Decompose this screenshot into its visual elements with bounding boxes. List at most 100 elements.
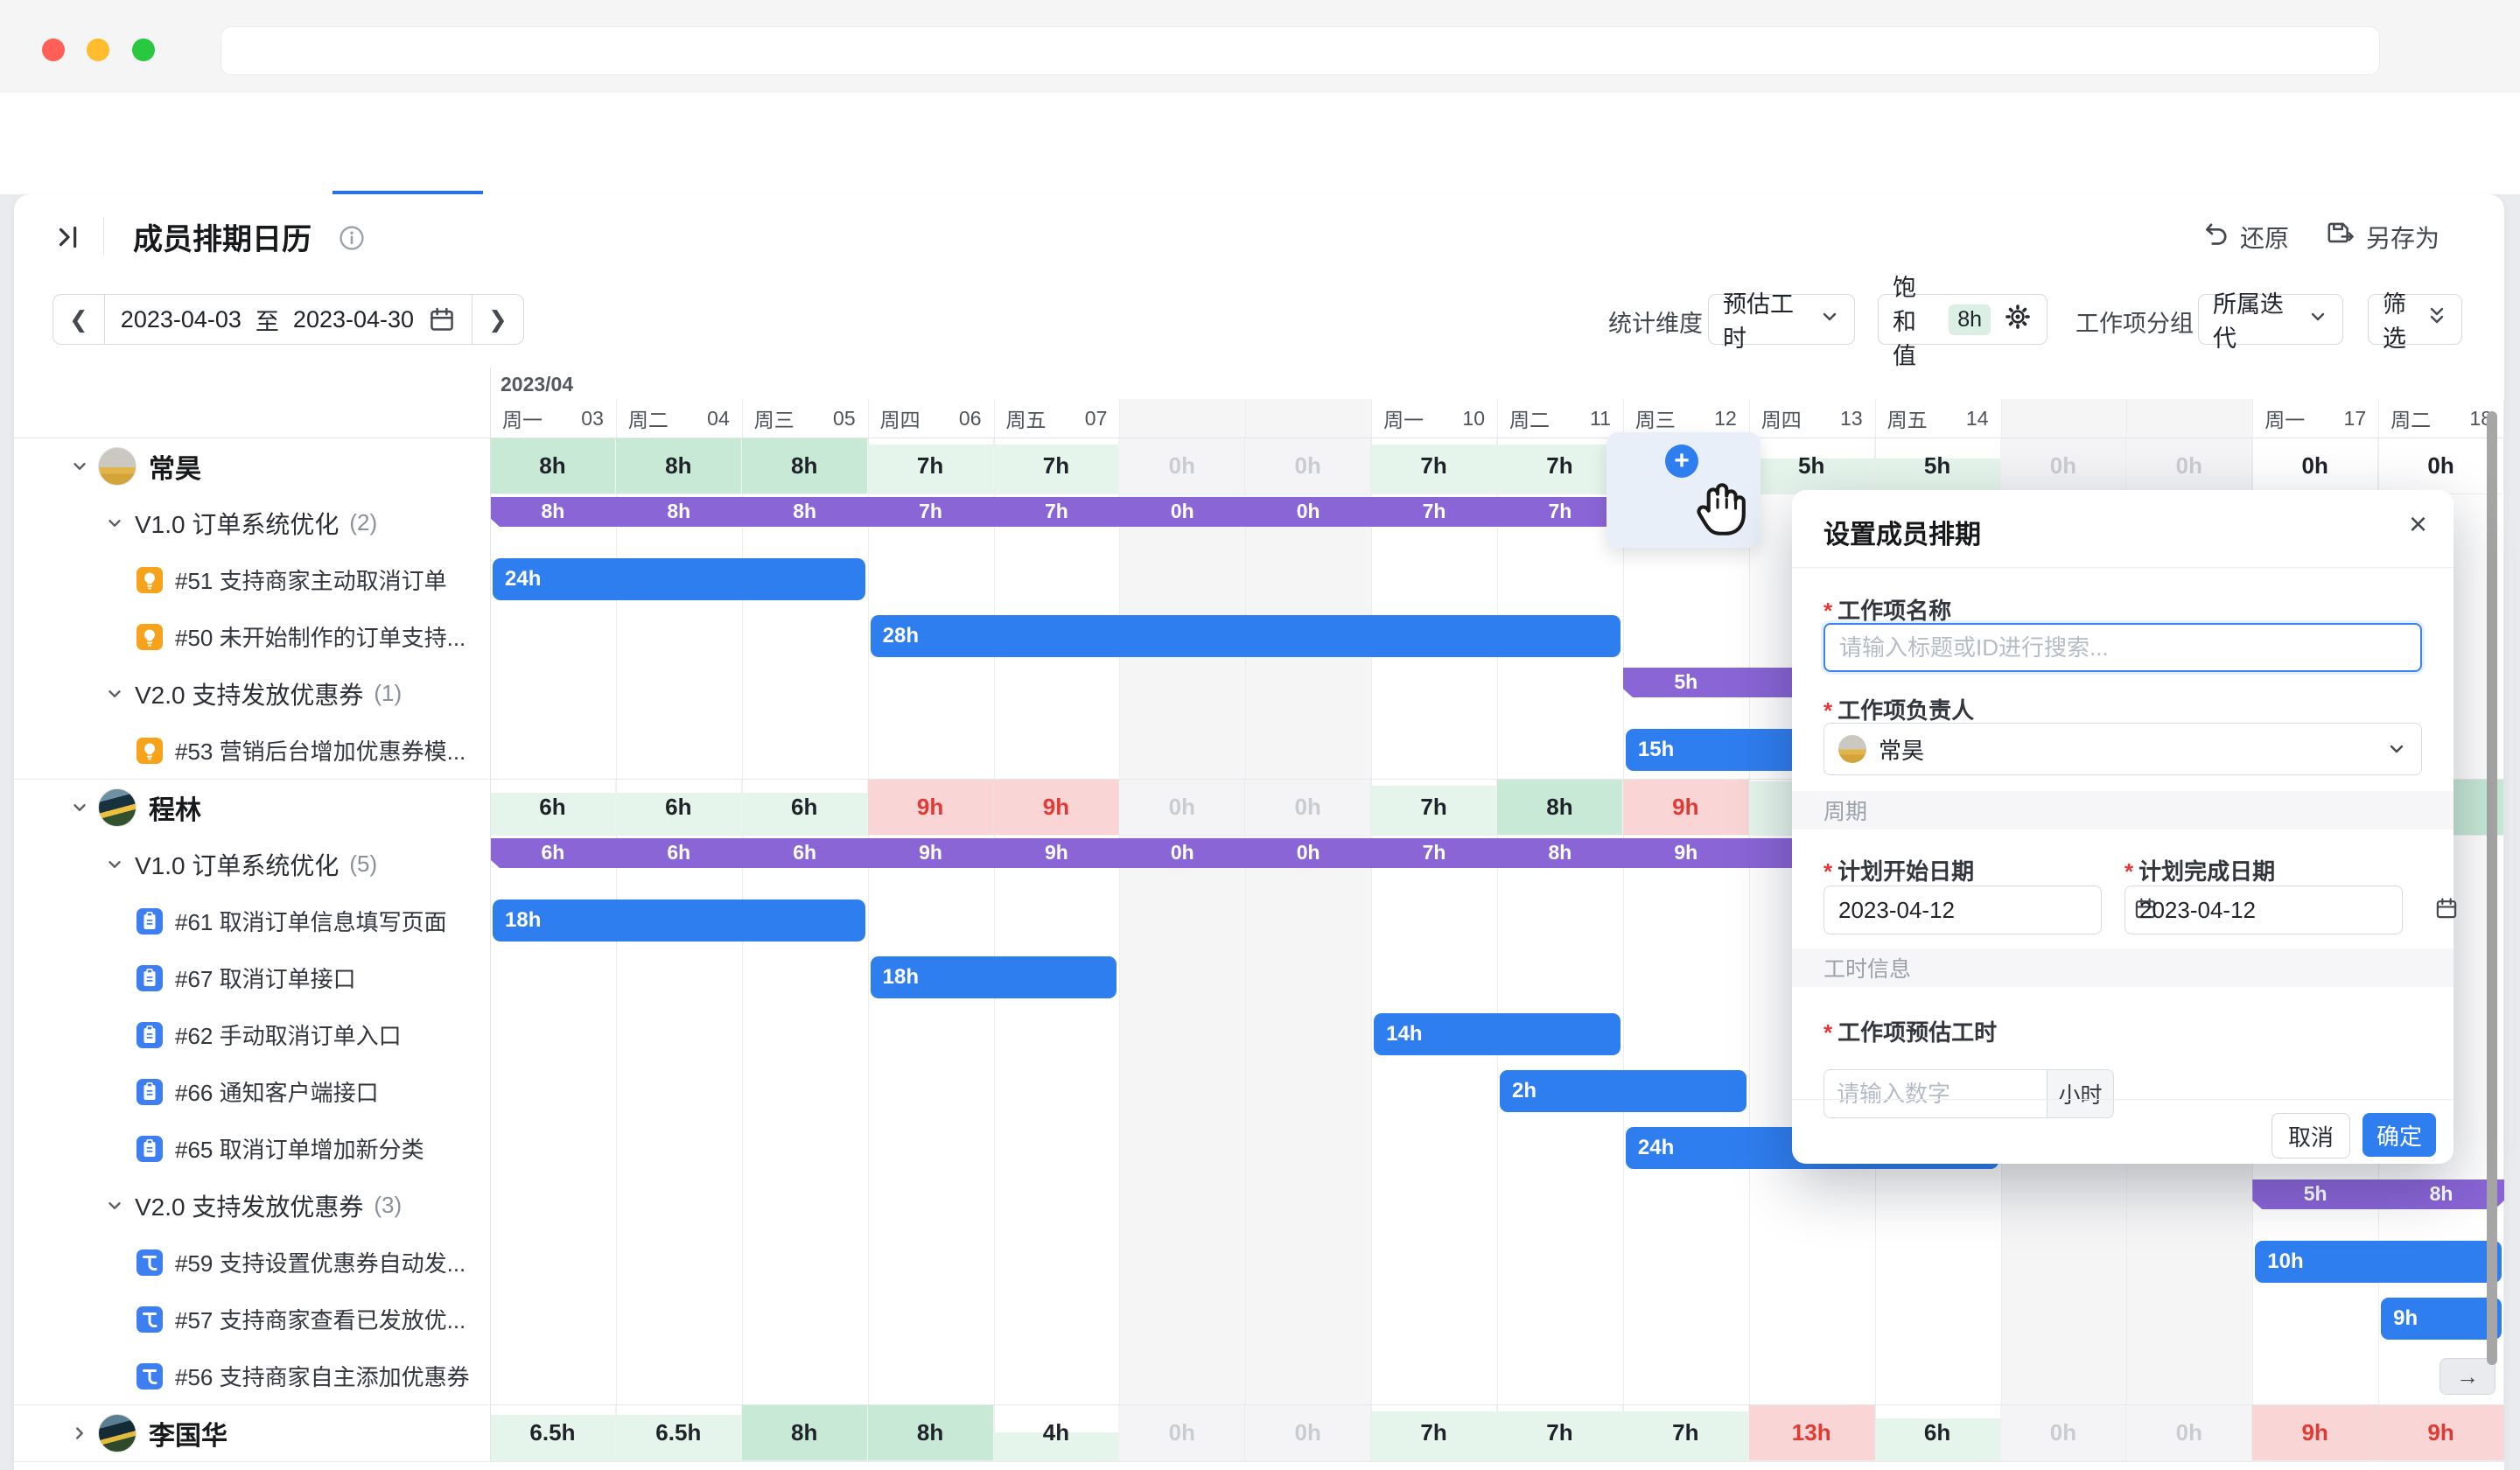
capacity-cell[interactable]: 7h — [1371, 1404, 1497, 1460]
browser-address-bar[interactable] — [220, 26, 2380, 75]
capacity-cell[interactable]: 0h — [2378, 438, 2504, 494]
capacity-cell[interactable]: 8h — [742, 438, 868, 494]
sidebar-item-row[interactable]: #59 支持设置优惠券自动发... — [14, 1234, 490, 1291]
task-bar[interactable]: 10h — [2255, 1241, 2502, 1283]
plan-start-date-field[interactable] — [1824, 886, 2102, 934]
date-range-display[interactable]: 2023-04-03 至 2023-04-30 — [105, 295, 472, 344]
sidebar-item-row[interactable]: #56 支持商家自主添加优惠券 — [14, 1348, 490, 1404]
sidebar-item-row[interactable]: #51 支持商家主动取消订单 — [14, 551, 490, 608]
task-bar[interactable]: 14h — [1374, 1013, 1620, 1055]
save-as-button[interactable]: 另存为 — [2324, 219, 2440, 255]
gear-icon[interactable] — [2003, 302, 2033, 338]
plan-start-date-input[interactable] — [1837, 896, 2133, 925]
sidebar-group-row[interactable]: V1.0 订单系统优化(5) — [14, 836, 490, 892]
task-bar[interactable]: 9h — [2381, 1298, 2502, 1340]
address-input[interactable] — [221, 27, 2379, 74]
prev-range-button[interactable]: ❮ — [53, 295, 104, 344]
sidebar-item-row[interactable]: #62 手动取消订单入口 — [14, 1006, 490, 1063]
caret-icon[interactable] — [105, 514, 124, 533]
capacity-cell[interactable]: 8h — [490, 438, 616, 494]
caret-icon[interactable] — [70, 457, 89, 476]
sidebar-group-row[interactable]: V2.0 支持发放优惠券(1) — [14, 665, 490, 722]
capacity-cell[interactable]: 6.5h — [616, 1404, 742, 1460]
capacity-cell[interactable]: 6h — [616, 779, 742, 835]
scroll-more-button[interactable]: → — [2440, 1358, 2496, 1395]
iteration-bar[interactable]: 5h8h — [2252, 1180, 2504, 1209]
capacity-cell[interactable]: 7h — [1497, 1404, 1623, 1460]
capacity-cell[interactable]: 7h — [1497, 438, 1623, 494]
task-bar[interactable]: 18h — [493, 900, 865, 942]
capacity-cell[interactable]: 0h — [1245, 438, 1371, 494]
add-schedule-plus-icon[interactable]: + — [1665, 444, 1698, 478]
filter-button[interactable]: 筛选 — [2368, 294, 2462, 345]
window-zoom-button[interactable] — [132, 38, 155, 61]
sidebar-item-row[interactable]: #67 取消订单接口 — [14, 949, 490, 1006]
capacity-cell[interactable]: 6h — [742, 779, 868, 835]
sidebar-item-row[interactable]: #65 取消订单增加新分类 — [14, 1120, 490, 1177]
capacity-cell[interactable]: 13h — [1749, 1404, 1875, 1460]
capacity-cell[interactable]: 8h — [1497, 779, 1623, 835]
capacity-cell[interactable]: 7h — [1371, 438, 1497, 494]
capacity-cell[interactable]: 0h — [1119, 438, 1245, 494]
capacity-cell[interactable]: 5h — [1875, 438, 2001, 494]
sidebar-item-row[interactable]: #66 通知客户端接口 — [14, 1063, 490, 1120]
capacity-cell[interactable]: 8h — [742, 1404, 868, 1460]
capacity-cell[interactable]: 6h — [490, 779, 616, 835]
capacity-cell[interactable]: 0h — [1119, 1404, 1245, 1460]
capacity-cell[interactable]: 9h — [994, 779, 1120, 835]
sidebar-member-row[interactable]: 李国华 — [14, 1404, 490, 1461]
iteration-bar[interactable]: 8h8h8h7h7h0h0h7h7h — [490, 497, 1623, 527]
cancel-button[interactable]: 取消 — [2272, 1113, 2350, 1158]
capacity-cell[interactable]: 8h — [616, 438, 742, 494]
task-bar[interactable]: 28h — [871, 615, 1620, 657]
estimated-hours-input[interactable] — [1824, 1081, 2047, 1108]
capacity-cell[interactable]: 0h — [2001, 438, 2127, 494]
caret-icon[interactable] — [105, 684, 124, 704]
capacity-cell[interactable]: 6h — [1875, 1404, 2001, 1460]
capacity-cell[interactable]: 0h — [2001, 1404, 2127, 1460]
capacity-cell[interactable]: 7h — [994, 438, 1120, 494]
work-item-owner-select[interactable]: 常昊 — [1824, 723, 2422, 775]
capacity-cell[interactable]: 9h — [2252, 1404, 2378, 1460]
iteration-bar[interactable]: 6h6h6h9h9h0h0h7h8h9h — [490, 838, 2001, 868]
capacity-cell[interactable]: 0h — [2126, 438, 2252, 494]
work-item-name-field[interactable] — [1824, 623, 2422, 672]
vertical-scrollbar[interactable] — [2487, 411, 2497, 1365]
task-bar[interactable]: 2h — [1500, 1070, 1746, 1112]
capacity-cell[interactable]: 7h — [1371, 779, 1497, 835]
close-icon[interactable]: × — [2409, 506, 2427, 542]
capacity-cell[interactable]: 0h — [2126, 1404, 2252, 1460]
confirm-button[interactable]: 确定 — [2362, 1113, 2436, 1157]
saturation-control[interactable]: 饱和值 8h — [1878, 294, 2048, 345]
capacity-cell[interactable]: 0h — [1119, 779, 1245, 835]
capacity-cell[interactable]: 9h — [1623, 779, 1749, 835]
sidebar-item-row[interactable]: #61 取消订单信息填写页面 — [14, 892, 490, 949]
caret-icon[interactable] — [70, 798, 89, 817]
next-range-button[interactable]: ❯ — [472, 295, 523, 344]
capacity-cell[interactable]: 0h — [1245, 1404, 1371, 1460]
capacity-cell[interactable]: 7h — [1623, 1404, 1749, 1460]
sidebar-member-row[interactable]: 常昊 — [14, 438, 490, 494]
sidebar-item-row[interactable]: #50 未开始制作的订单支持... — [14, 608, 490, 665]
collapse-sidebar-icon[interactable] — [52, 220, 86, 258]
sidebar-group-row[interactable]: V1.0 订单系统优化(2) — [14, 494, 490, 551]
task-bar[interactable]: 18h — [871, 956, 1117, 998]
caret-icon[interactable] — [105, 1196, 124, 1215]
stat-dimension-select[interactable]: 预估工时 — [1708, 294, 1855, 345]
capacity-cell[interactable]: 6.5h — [490, 1404, 616, 1460]
capacity-cell[interactable]: 4h — [994, 1404, 1120, 1460]
group-by-select[interactable]: 所属迭代 — [2198, 294, 2343, 345]
sidebar-group-row[interactable]: V2.0 支持发放优惠券(3) — [14, 1177, 490, 1234]
sidebar-item-row[interactable]: #57 支持商家查看已发放优... — [14, 1291, 490, 1348]
caret-icon[interactable] — [105, 855, 124, 874]
plan-end-date-input[interactable] — [2138, 896, 2434, 925]
window-close-button[interactable] — [42, 38, 65, 61]
sidebar-item-row[interactable]: #53 营销后台增加优惠券模... — [14, 722, 490, 779]
work-item-name-input[interactable] — [1825, 634, 2420, 662]
capacity-cell[interactable]: 0h — [1245, 779, 1371, 835]
capacity-cell[interactable]: 9h — [2378, 1404, 2504, 1460]
task-bar[interactable]: 24h — [493, 558, 865, 600]
window-minimize-button[interactable] — [87, 38, 109, 61]
capacity-cell[interactable]: 9h — [868, 779, 994, 835]
caret-icon[interactable] — [70, 1424, 89, 1443]
